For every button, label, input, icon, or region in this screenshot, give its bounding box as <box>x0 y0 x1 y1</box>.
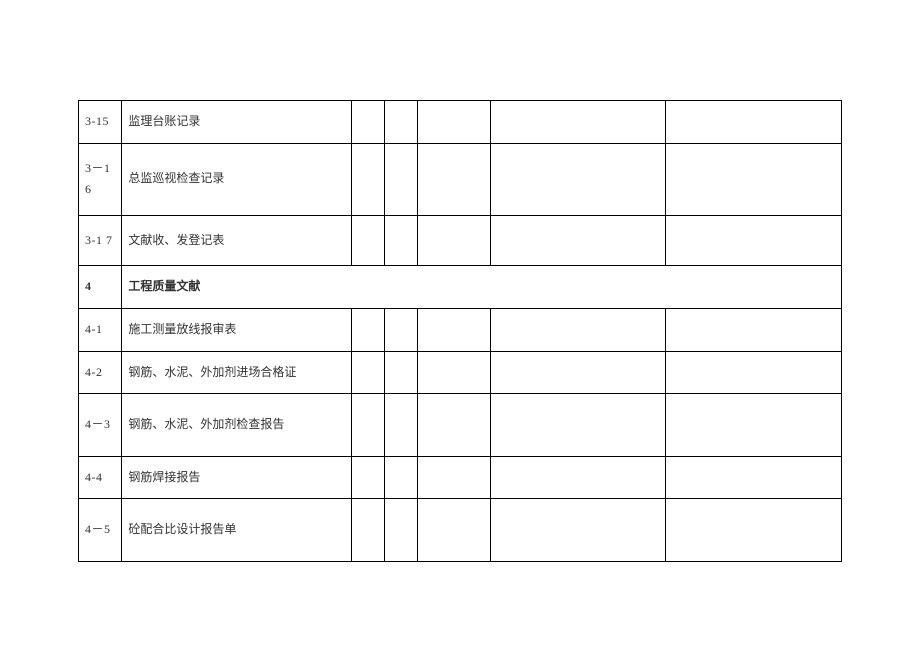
empty-cell <box>351 308 384 351</box>
empty-cell <box>666 215 842 266</box>
table-row: 4－5砼配合比设计报告单 <box>79 499 842 562</box>
row-desc: 砼配合比设计报告单 <box>122 499 351 562</box>
empty-cell <box>417 215 490 266</box>
row-id: 4－3 <box>79 394 122 457</box>
table-row: 3-15监理台账记录 <box>79 101 842 144</box>
empty-cell <box>417 456 490 499</box>
empty-cell <box>490 308 666 351</box>
table-row: 4工程质量文献 <box>79 266 842 309</box>
empty-cell <box>351 143 384 215</box>
empty-cell <box>417 351 490 394</box>
row-id: 3-1 7 <box>79 215 122 266</box>
empty-cell <box>351 456 384 499</box>
empty-cell <box>490 394 666 457</box>
empty-cell <box>666 499 842 562</box>
empty-cell <box>666 143 842 215</box>
empty-cell <box>384 499 417 562</box>
row-desc: 文献收、发登记表 <box>122 215 351 266</box>
table-row: 4－3钢筋、水泥、外加剂检查报告 <box>79 394 842 457</box>
table-row: 4-2钢筋、水泥、外加剂进场合格证 <box>79 351 842 394</box>
empty-cell <box>666 101 842 144</box>
row-desc: 施工测量放线报审表 <box>122 308 351 351</box>
empty-cell <box>666 351 842 394</box>
row-id: 4 <box>79 266 122 309</box>
empty-cell <box>666 308 842 351</box>
empty-cell <box>384 394 417 457</box>
empty-cell <box>384 143 417 215</box>
empty-cell <box>417 499 490 562</box>
empty-cell <box>384 351 417 394</box>
table-row: 3-1 7文献收、发登记表 <box>79 215 842 266</box>
row-id: 4-4 <box>79 456 122 499</box>
empty-cell <box>490 351 666 394</box>
empty-cell <box>384 101 417 144</box>
row-id: 3－1 6 <box>79 143 122 215</box>
table-row: 3－1 6总监巡视检查记录 <box>79 143 842 215</box>
row-desc: 钢筋、水泥、外加剂检查报告 <box>122 394 351 457</box>
table-row: 4-4钢筋焊接报告 <box>79 456 842 499</box>
empty-cell <box>490 499 666 562</box>
document-table: 3-15监理台账记录3－1 6总监巡视检查记录3-1 7文献收、发登记表4工程质… <box>78 100 842 562</box>
row-id: 4-2 <box>79 351 122 394</box>
row-desc: 钢筋焊接报告 <box>122 456 351 499</box>
empty-cell <box>490 101 666 144</box>
empty-cell <box>666 394 842 457</box>
empty-cell <box>351 394 384 457</box>
row-desc: 钢筋、水泥、外加剂进场合格证 <box>122 351 351 394</box>
empty-cell <box>351 215 384 266</box>
row-desc: 监理台账记录 <box>122 101 351 144</box>
empty-cell <box>490 143 666 215</box>
row-id: 3-15 <box>79 101 122 144</box>
empty-cell <box>417 394 490 457</box>
empty-cell <box>351 351 384 394</box>
empty-cell <box>417 308 490 351</box>
empty-cell <box>384 308 417 351</box>
empty-cell <box>384 215 417 266</box>
row-desc: 总监巡视检查记录 <box>122 143 351 215</box>
row-id: 4-1 <box>79 308 122 351</box>
empty-cell <box>490 215 666 266</box>
empty-cell <box>351 499 384 562</box>
table-row: 4-1施工测量放线报审表 <box>79 308 842 351</box>
empty-cell <box>384 456 417 499</box>
row-id: 4－5 <box>79 499 122 562</box>
empty-cell <box>351 101 384 144</box>
empty-cell <box>417 101 490 144</box>
empty-cell <box>417 143 490 215</box>
empty-cell <box>490 456 666 499</box>
section-title: 工程质量文献 <box>122 266 842 309</box>
empty-cell <box>666 456 842 499</box>
